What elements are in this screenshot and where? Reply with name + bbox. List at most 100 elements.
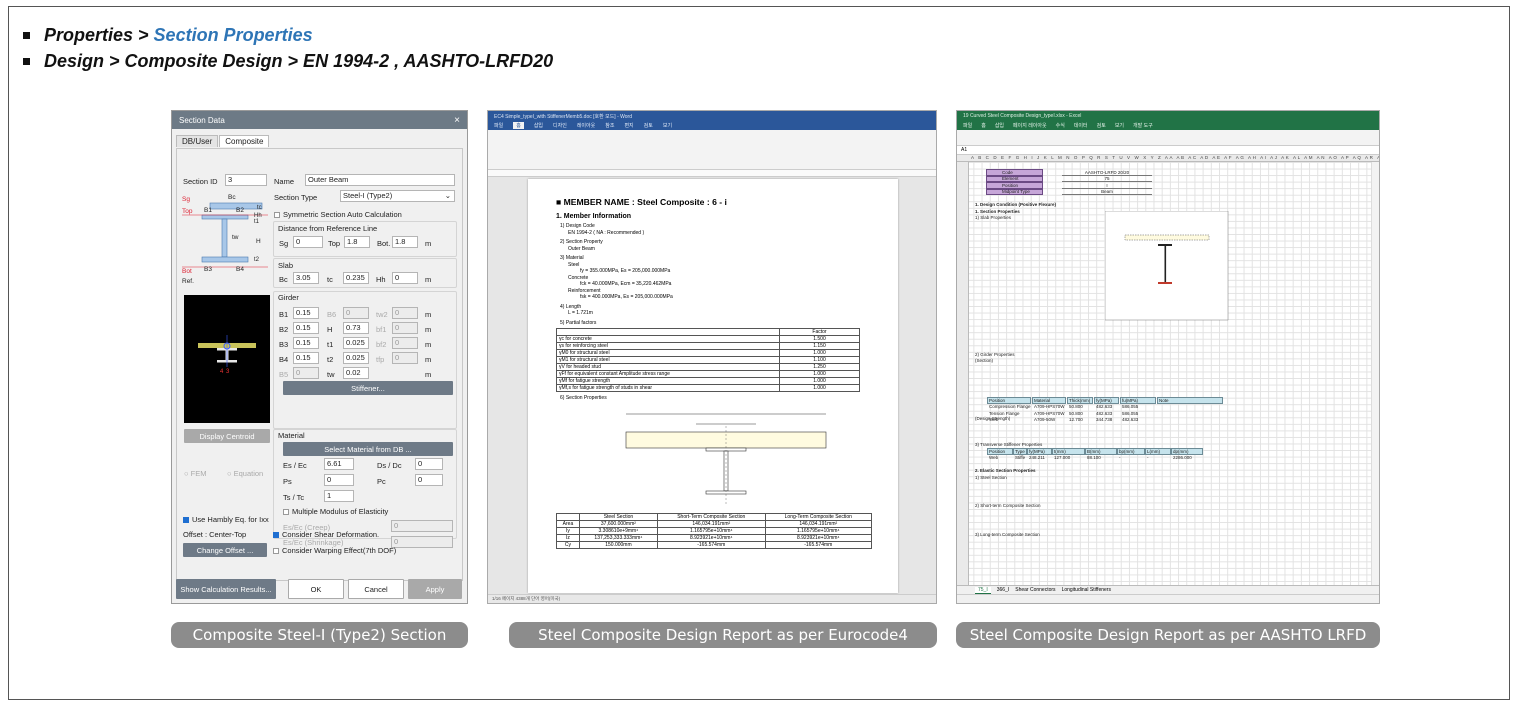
sketch-tw: tw	[232, 234, 239, 241]
girder-input-3[interactable]: 0	[392, 322, 418, 334]
excel-menu-item[interactable]: 삽입	[995, 122, 1004, 129]
sheet-tab[interactable]: Longitudinal Stiffeners	[1062, 587, 1111, 593]
girder-cell: A709-HPS70W	[1034, 404, 1065, 409]
girder-input-3[interactable]: 0	[392, 307, 418, 319]
sheet-tab[interactable]: 75_I	[975, 586, 991, 594]
table-cell: 3.308610e+9mm⁴	[578, 526, 658, 535]
section-type-select[interactable]: Steel-I (Type2) ⌄	[340, 190, 455, 202]
name-label: Name	[274, 177, 295, 186]
close-icon[interactable]: ×	[454, 115, 460, 126]
change-offset-button[interactable]: Change Offset ...	[183, 543, 267, 557]
girder-input-3[interactable]: 0	[392, 352, 418, 364]
show-calc-button[interactable]: Show Calculation Results...	[176, 579, 276, 599]
spreadsheet-grid[interactable]: Code AASHTO-LRFD 20/20 Element 75 Position I M…	[957, 162, 1373, 593]
fem-radio[interactable]: ○ FEM	[184, 469, 206, 478]
table-cell: Cy	[556, 540, 580, 549]
word-menu-item[interactable]: 참조	[605, 122, 614, 129]
sheet-tabs: 75_I 366_I Shear Connectors Longitudinal St…	[957, 585, 1379, 594]
word-menu-item[interactable]: 홈	[513, 122, 524, 129]
girder-input-1[interactable]: 0.15	[293, 322, 319, 334]
girder-input-3[interactable]: 0	[392, 337, 418, 349]
excel-menu-item[interactable]: 수식	[1056, 122, 1065, 129]
girder-input-2[interactable]: 0.02	[343, 367, 369, 379]
top-input[interactable]: 1.8	[344, 236, 370, 248]
excel-menu-item[interactable]: 개발 도구	[1133, 122, 1153, 129]
ds-dc-input[interactable]: 0	[415, 458, 443, 470]
word-menu-item[interactable]: 보기	[663, 122, 672, 129]
sheet-heading: 1. Design Condition (Positive Flexure)	[975, 202, 1057, 207]
cancel-button[interactable]: Cancel	[348, 579, 404, 599]
excel-menu-item[interactable]: 데이터	[1074, 122, 1088, 129]
excel-menu-item[interactable]: 파일	[963, 122, 972, 129]
girder-input-2[interactable]: 0.025	[343, 352, 369, 364]
hambly-checkbox[interactable]: Use Hambly Eq. for Ixx	[183, 515, 269, 524]
girder-input-1[interactable]: 0.15	[293, 337, 319, 349]
girder-input-2[interactable]: 0	[343, 307, 369, 319]
word-menu-item[interactable]: 레이아웃	[577, 122, 595, 129]
stiffener-header: B(mm)	[1087, 448, 1101, 454]
sheet-tab[interactable]: Shear Connectors	[1015, 587, 1055, 593]
stiffener-button[interactable]: Stiffener...	[283, 381, 453, 395]
girder-label-2: H	[327, 325, 333, 334]
table-header: Steel Section	[578, 512, 658, 521]
excel-menu-item[interactable]: 보기	[1115, 122, 1124, 129]
girder-input-2[interactable]: 0.73	[343, 322, 369, 334]
unit-label: m	[425, 340, 432, 349]
excel-window: 19 Curved Steel Composite Design_typeI.x…	[956, 110, 1380, 604]
section-id-input[interactable]: 3	[225, 174, 267, 186]
girder-input-1[interactable]: 0.15	[293, 352, 319, 364]
ok-button[interactable]: OK	[288, 579, 344, 599]
word-menu-item[interactable]: 검토	[644, 122, 653, 129]
word-menu-item[interactable]: 삽입	[534, 122, 543, 129]
unit-label: m	[425, 370, 432, 379]
sheet-tab[interactable]: 366_I	[997, 587, 1010, 593]
tab-composite[interactable]: Composite	[219, 135, 270, 147]
word-menu-item[interactable]: 편지	[624, 122, 633, 129]
excel-ribbon	[957, 130, 1379, 146]
symmetric-checkbox[interactable]: Symmetric Section Auto Calculation	[274, 210, 402, 219]
name-input[interactable]: Outer Beam	[305, 174, 455, 186]
table-cell: Area	[556, 519, 580, 528]
bullet-highlight: Section Properties	[153, 24, 313, 45]
doc-line: 5) Partial factors	[560, 319, 597, 326]
ts-tc-input[interactable]: 1	[324, 490, 354, 502]
display-centroid-button[interactable]: Display Centroid	[184, 429, 270, 443]
girder-input-2[interactable]: 0.025	[343, 337, 369, 349]
doc-section-title: 1. Member Information	[556, 213, 632, 220]
es-ec-input[interactable]: 6.61	[324, 458, 354, 470]
sg-input[interactable]: 0	[293, 236, 323, 248]
excel-menu-item[interactable]: 검토	[1097, 122, 1106, 129]
girder-label-3: bf1	[376, 325, 387, 334]
girder-input-1[interactable]: 0	[293, 367, 319, 379]
apply-button[interactable]: Apply	[408, 579, 462, 599]
formula-bar[interactable]: A1	[957, 146, 1379, 155]
warping-checkbox[interactable]: Consider Warping Effect(7th DOF)	[273, 546, 396, 555]
info-label: Position	[1002, 182, 1019, 188]
creep-input[interactable]: 0	[391, 520, 453, 532]
shrinkage-input[interactable]: 0	[391, 536, 453, 548]
hh-input[interactable]: 0	[392, 272, 418, 284]
girder-input-1[interactable]: 0.15	[293, 307, 319, 319]
caption-eurocode: Steel Composite Design Report as per Eur…	[509, 622, 937, 648]
select-material-button[interactable]: Select Material from DB ...	[283, 442, 453, 456]
stiffener-cell: Web	[989, 455, 999, 460]
excel-menu-item[interactable]: 홈	[981, 122, 986, 129]
pc-input[interactable]: 0	[415, 474, 443, 486]
word-menu-item[interactable]: 파일	[494, 122, 503, 129]
bullet-prefix: Properties >	[44, 24, 149, 45]
sketch-b4: B4	[236, 266, 244, 273]
excel-menu-item[interactable]: 페이지 레이아웃	[1013, 122, 1047, 129]
word-menu-item[interactable]: 디자인	[553, 122, 567, 129]
section-id-label: Section ID	[183, 177, 218, 186]
bc-input[interactable]: 3.05	[293, 272, 319, 284]
tc-input[interactable]: 0.235	[343, 272, 369, 284]
bot-input[interactable]: 1.8	[392, 236, 418, 248]
slab-label: Slab	[278, 261, 294, 270]
tab-db-user[interactable]: DB/User	[176, 135, 219, 147]
ps-input[interactable]: 0	[324, 474, 354, 486]
vertical-scrollbar[interactable]	[1371, 162, 1379, 593]
multiple-modulus-checkbox[interactable]: Multiple Modulus of Elasticity	[283, 507, 388, 516]
equation-radio[interactable]: ○ Equation	[227, 469, 263, 478]
pc-label: Pc	[377, 477, 386, 486]
consider-shear-checkbox[interactable]: Consider Shear Deformation.	[273, 530, 379, 539]
